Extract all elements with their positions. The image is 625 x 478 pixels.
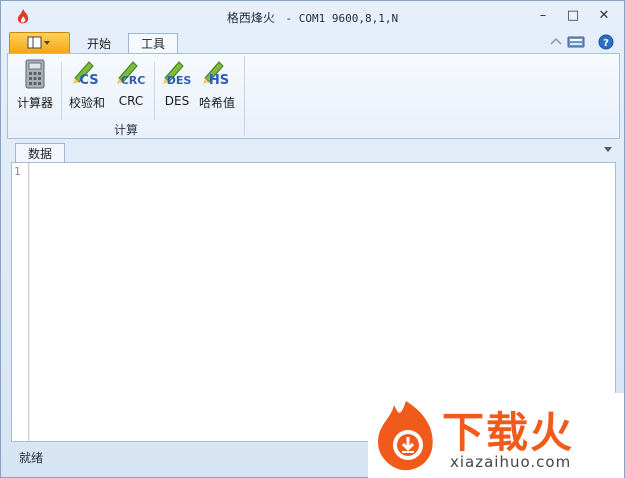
svg-text:?: ? <box>603 38 609 49</box>
keyboard-icon[interactable] <box>567 34 585 50</box>
close-button[interactable]: ✕ <box>593 7 615 25</box>
window-title: 格西烽火 - COM1 9600,8,1,N <box>1 9 624 26</box>
hash-pencil-icon: HS <box>203 61 229 88</box>
tab-tools[interactable]: 工具 <box>128 33 178 55</box>
group-label-calc: 计算 <box>113 123 138 137</box>
document-tabbar: 数据 <box>9 141 616 164</box>
title-bar: 格西烽火 - COM1 9600,8,1,N – □ ✕ <box>1 1 624 31</box>
watermark: 下载火 xiazaihuo.com <box>368 393 624 478</box>
line-number: 1 <box>14 165 21 178</box>
help-icon[interactable]: ? <box>597 34 615 50</box>
ribbon-panel: 计算器 CS 校验和 CRC CRC DES DES HS 哈希值 计算 <box>7 53 620 139</box>
checksum-icon-text: CS <box>79 73 98 88</box>
connection-info: - COM1 9600,8,1,N <box>278 12 399 25</box>
crc-button[interactable]: CRC CRC <box>112 58 150 108</box>
checksum-label: 校验和 <box>68 96 105 110</box>
tab-data[interactable]: 数据 <box>15 143 65 164</box>
fold-margin <box>29 163 30 441</box>
watermark-text: 下载火 <box>442 408 575 457</box>
flame-logo-icon <box>378 401 433 471</box>
minimize-button[interactable]: – <box>532 7 554 25</box>
status-text: 就绪 <box>19 451 44 465</box>
hash-label: 哈希值 <box>198 96 235 110</box>
checksum-button[interactable]: CS 校验和 <box>66 58 108 111</box>
des-icon-text: DES <box>167 74 192 87</box>
crc-label: CRC <box>118 94 144 108</box>
crc-icon-text: CRC <box>121 74 146 87</box>
des-label: DES <box>164 94 190 108</box>
ribbon-separator <box>61 62 62 120</box>
app-name: 格西烽火 <box>226 11 275 25</box>
hash-icon-text: HS <box>209 73 229 88</box>
calculator-icon <box>25 59 45 89</box>
line-number-gutter: 1 <box>12 163 29 441</box>
crc-pencil-icon: CRC <box>117 61 146 87</box>
group-separator <box>244 56 245 136</box>
des-button[interactable]: DES DES <box>158 58 196 108</box>
calculator-label: 计算器 <box>16 96 53 110</box>
collapse-ribbon-icon[interactable] <box>547 34 565 50</box>
checksum-pencil-icon: CS <box>73 61 99 88</box>
ribbon-separator <box>154 62 155 120</box>
tab-start[interactable]: 开始 <box>77 34 121 54</box>
des-pencil-icon: DES <box>163 61 192 87</box>
hash-button[interactable]: HS 哈希值 <box>196 58 238 111</box>
maximize-button[interactable]: □ <box>562 7 584 25</box>
watermark-url: xiazaihuo.com <box>450 453 572 471</box>
calculator-button[interactable]: 计算器 <box>12 58 58 111</box>
file-menu-button[interactable] <box>9 32 70 55</box>
tab-list-dropdown-icon[interactable] <box>604 147 612 152</box>
app-menu-icon <box>27 36 50 49</box>
